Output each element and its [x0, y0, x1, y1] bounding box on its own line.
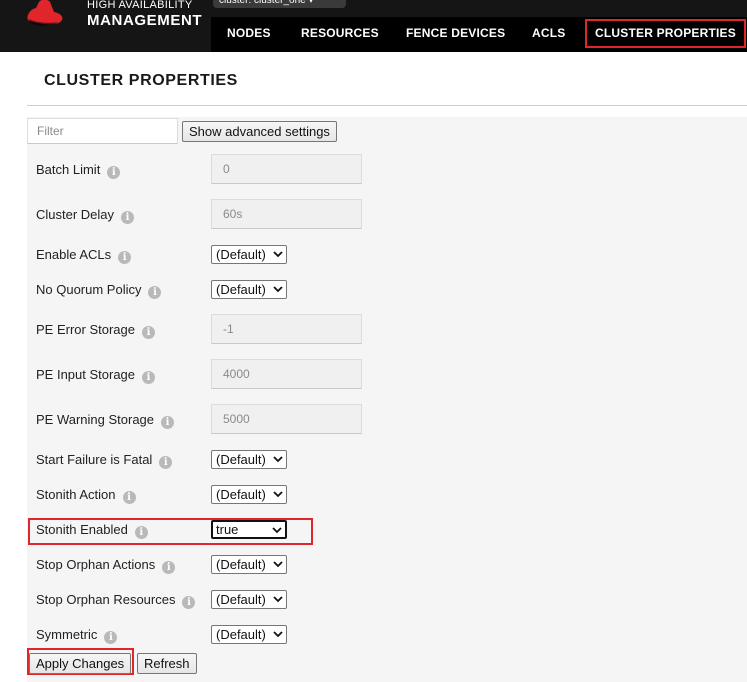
- info-icon[interactable]: i: [121, 211, 135, 224]
- property-label-text: Batch Limit: [36, 162, 101, 177]
- property-label-start-failure-is-fatal: Start Failure is Fatal i: [36, 452, 173, 469]
- stonith-enabled-select[interactable]: true: [211, 520, 287, 539]
- chevron-down-icon: [273, 631, 283, 638]
- no-quorum-policy-select[interactable]: (Default): [211, 280, 287, 299]
- property-label-stonith-action: Stonith Action i: [36, 487, 136, 504]
- property-label-text: PE Input Storage: [36, 367, 136, 382]
- info-icon[interactable]: i: [104, 631, 118, 644]
- main-nav: NODES RESOURCES FENCE DEVICES ACLS CLUST…: [211, 17, 747, 52]
- chevron-down-icon: [273, 456, 283, 463]
- property-label-enable-acls: Enable ACLs i: [36, 247, 132, 264]
- property-label-text: PE Warning Storage: [36, 412, 155, 427]
- chevron-down-icon: [273, 561, 283, 568]
- brand-line1: HIGH AVAILABILITY: [87, 0, 193, 11]
- info-icon[interactable]: i: [142, 326, 155, 339]
- property-label-text: Enable ACLs: [36, 247, 112, 262]
- batch-limit-field[interactable]: 0: [211, 154, 362, 184]
- select-value: (Default): [216, 487, 266, 502]
- info-icon[interactable]: i: [162, 561, 176, 574]
- info-icon[interactable]: i: [148, 286, 162, 299]
- chevron-down-icon: [273, 286, 283, 293]
- property-label-pe-warning-storage: PE Warning Storage i: [36, 412, 175, 429]
- info-icon[interactable]: i: [107, 166, 121, 179]
- pe-warning-storage-field[interactable]: 5000: [211, 404, 362, 434]
- select-value: (Default): [216, 557, 266, 572]
- refresh-button[interactable]: Refresh: [137, 653, 197, 674]
- select-value: (Default): [216, 247, 266, 262]
- property-label-pe-error-storage: PE Error Storage i: [36, 322, 155, 339]
- top-header: HIGH AVAILABILITY MANAGEMENT cluster: cl…: [0, 0, 747, 52]
- chevron-down-icon: [272, 527, 282, 534]
- property-label-text: Symmetric: [36, 627, 98, 642]
- info-icon[interactable]: i: [142, 371, 156, 384]
- symmetric-select[interactable]: (Default): [211, 625, 287, 644]
- stop-orphan-resources-select[interactable]: (Default): [211, 590, 287, 609]
- filter-input[interactable]: [27, 118, 178, 144]
- chevron-down-icon: [273, 251, 283, 258]
- property-label-stop-orphan-actions: Stop Orphan Actions i: [36, 557, 176, 574]
- property-label-symmetric: Symmetric i: [36, 627, 118, 644]
- tab-resources[interactable]: RESOURCES: [301, 17, 379, 52]
- brand-line2: MANAGEMENT: [87, 12, 203, 29]
- cluster-delay-field[interactable]: 60s: [211, 199, 362, 229]
- select-value: (Default): [216, 592, 266, 607]
- property-label-cluster-delay: Cluster Delay i: [36, 207, 135, 224]
- chevron-down-icon: [273, 491, 283, 498]
- page-title: CLUSTER PROPERTIES: [44, 72, 238, 89]
- property-label-stop-orphan-resources: Stop Orphan Resources i: [36, 592, 196, 609]
- pe-input-storage-field[interactable]: 4000: [211, 359, 362, 389]
- info-icon[interactable]: i: [161, 416, 175, 429]
- property-label-text: Stonith Enabled: [36, 522, 128, 537]
- show-advanced-settings-button[interactable]: Show advanced settings: [182, 121, 337, 142]
- select-value: (Default): [216, 627, 266, 642]
- property-label-batch-limit: Batch Limit i: [36, 162, 121, 179]
- info-icon[interactable]: i: [159, 456, 173, 469]
- info-icon[interactable]: i: [182, 596, 196, 609]
- info-icon[interactable]: i: [122, 491, 136, 504]
- cluster-selector[interactable]: cluster: cluster_one ▾: [213, 0, 346, 8]
- enable-acls-select[interactable]: (Default): [211, 245, 287, 264]
- stop-orphan-actions-select[interactable]: (Default): [211, 555, 287, 574]
- property-label-text: No Quorum Policy: [36, 282, 142, 297]
- property-label-stonith-enabled: Stonith Enabled i: [36, 522, 148, 539]
- select-value: (Default): [216, 452, 266, 467]
- redhat-logo-icon: [27, 0, 63, 26]
- info-icon[interactable]: i: [118, 251, 132, 264]
- apply-changes-button[interactable]: Apply Changes: [29, 653, 132, 674]
- property-label-text: Start Failure is Fatal: [36, 452, 153, 467]
- property-label-pe-input-storage: PE Input Storage i: [36, 367, 156, 384]
- stonith-action-select[interactable]: (Default): [211, 485, 287, 504]
- select-value: true: [216, 522, 239, 537]
- property-label-text: Stop Orphan Resources: [36, 592, 176, 607]
- property-label-text: PE Error Storage: [36, 322, 135, 337]
- tab-fence-devices[interactable]: FENCE DEVICES: [406, 17, 505, 52]
- property-label-text: Stonith Action: [36, 487, 116, 502]
- property-label-text: Stop Orphan Actions: [36, 557, 156, 572]
- property-label-text: Cluster Delay: [36, 207, 115, 222]
- tab-cluster-properties[interactable]: CLUSTER PROPERTIES: [585, 19, 746, 48]
- title-divider: [27, 105, 747, 106]
- info-icon[interactable]: i: [134, 526, 148, 539]
- start-failure-is-fatal-select[interactable]: (Default): [211, 450, 287, 469]
- tab-nodes[interactable]: NODES: [227, 17, 271, 52]
- pe-error-storage-field[interactable]: -1: [211, 314, 362, 344]
- property-label-no-quorum-policy: No Quorum Policy i: [36, 282, 162, 299]
- chevron-down-icon: [273, 596, 283, 603]
- select-value: (Default): [216, 282, 266, 297]
- tab-acls[interactable]: ACLS: [532, 17, 565, 52]
